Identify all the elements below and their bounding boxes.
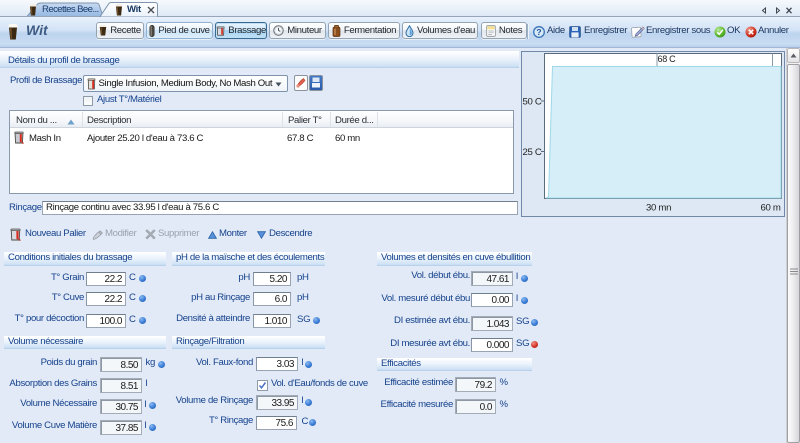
svg-text:?: ? <box>536 27 541 37</box>
svg-text:25 C: 25 C <box>523 147 542 158</box>
svg-text:68 C: 68 C <box>658 54 677 64</box>
svg-text:60 m: 60 m <box>761 203 781 214</box>
svg-text:30 mn: 30 mn <box>646 203 671 214</box>
svg-text:50 C: 50 C <box>523 97 542 108</box>
